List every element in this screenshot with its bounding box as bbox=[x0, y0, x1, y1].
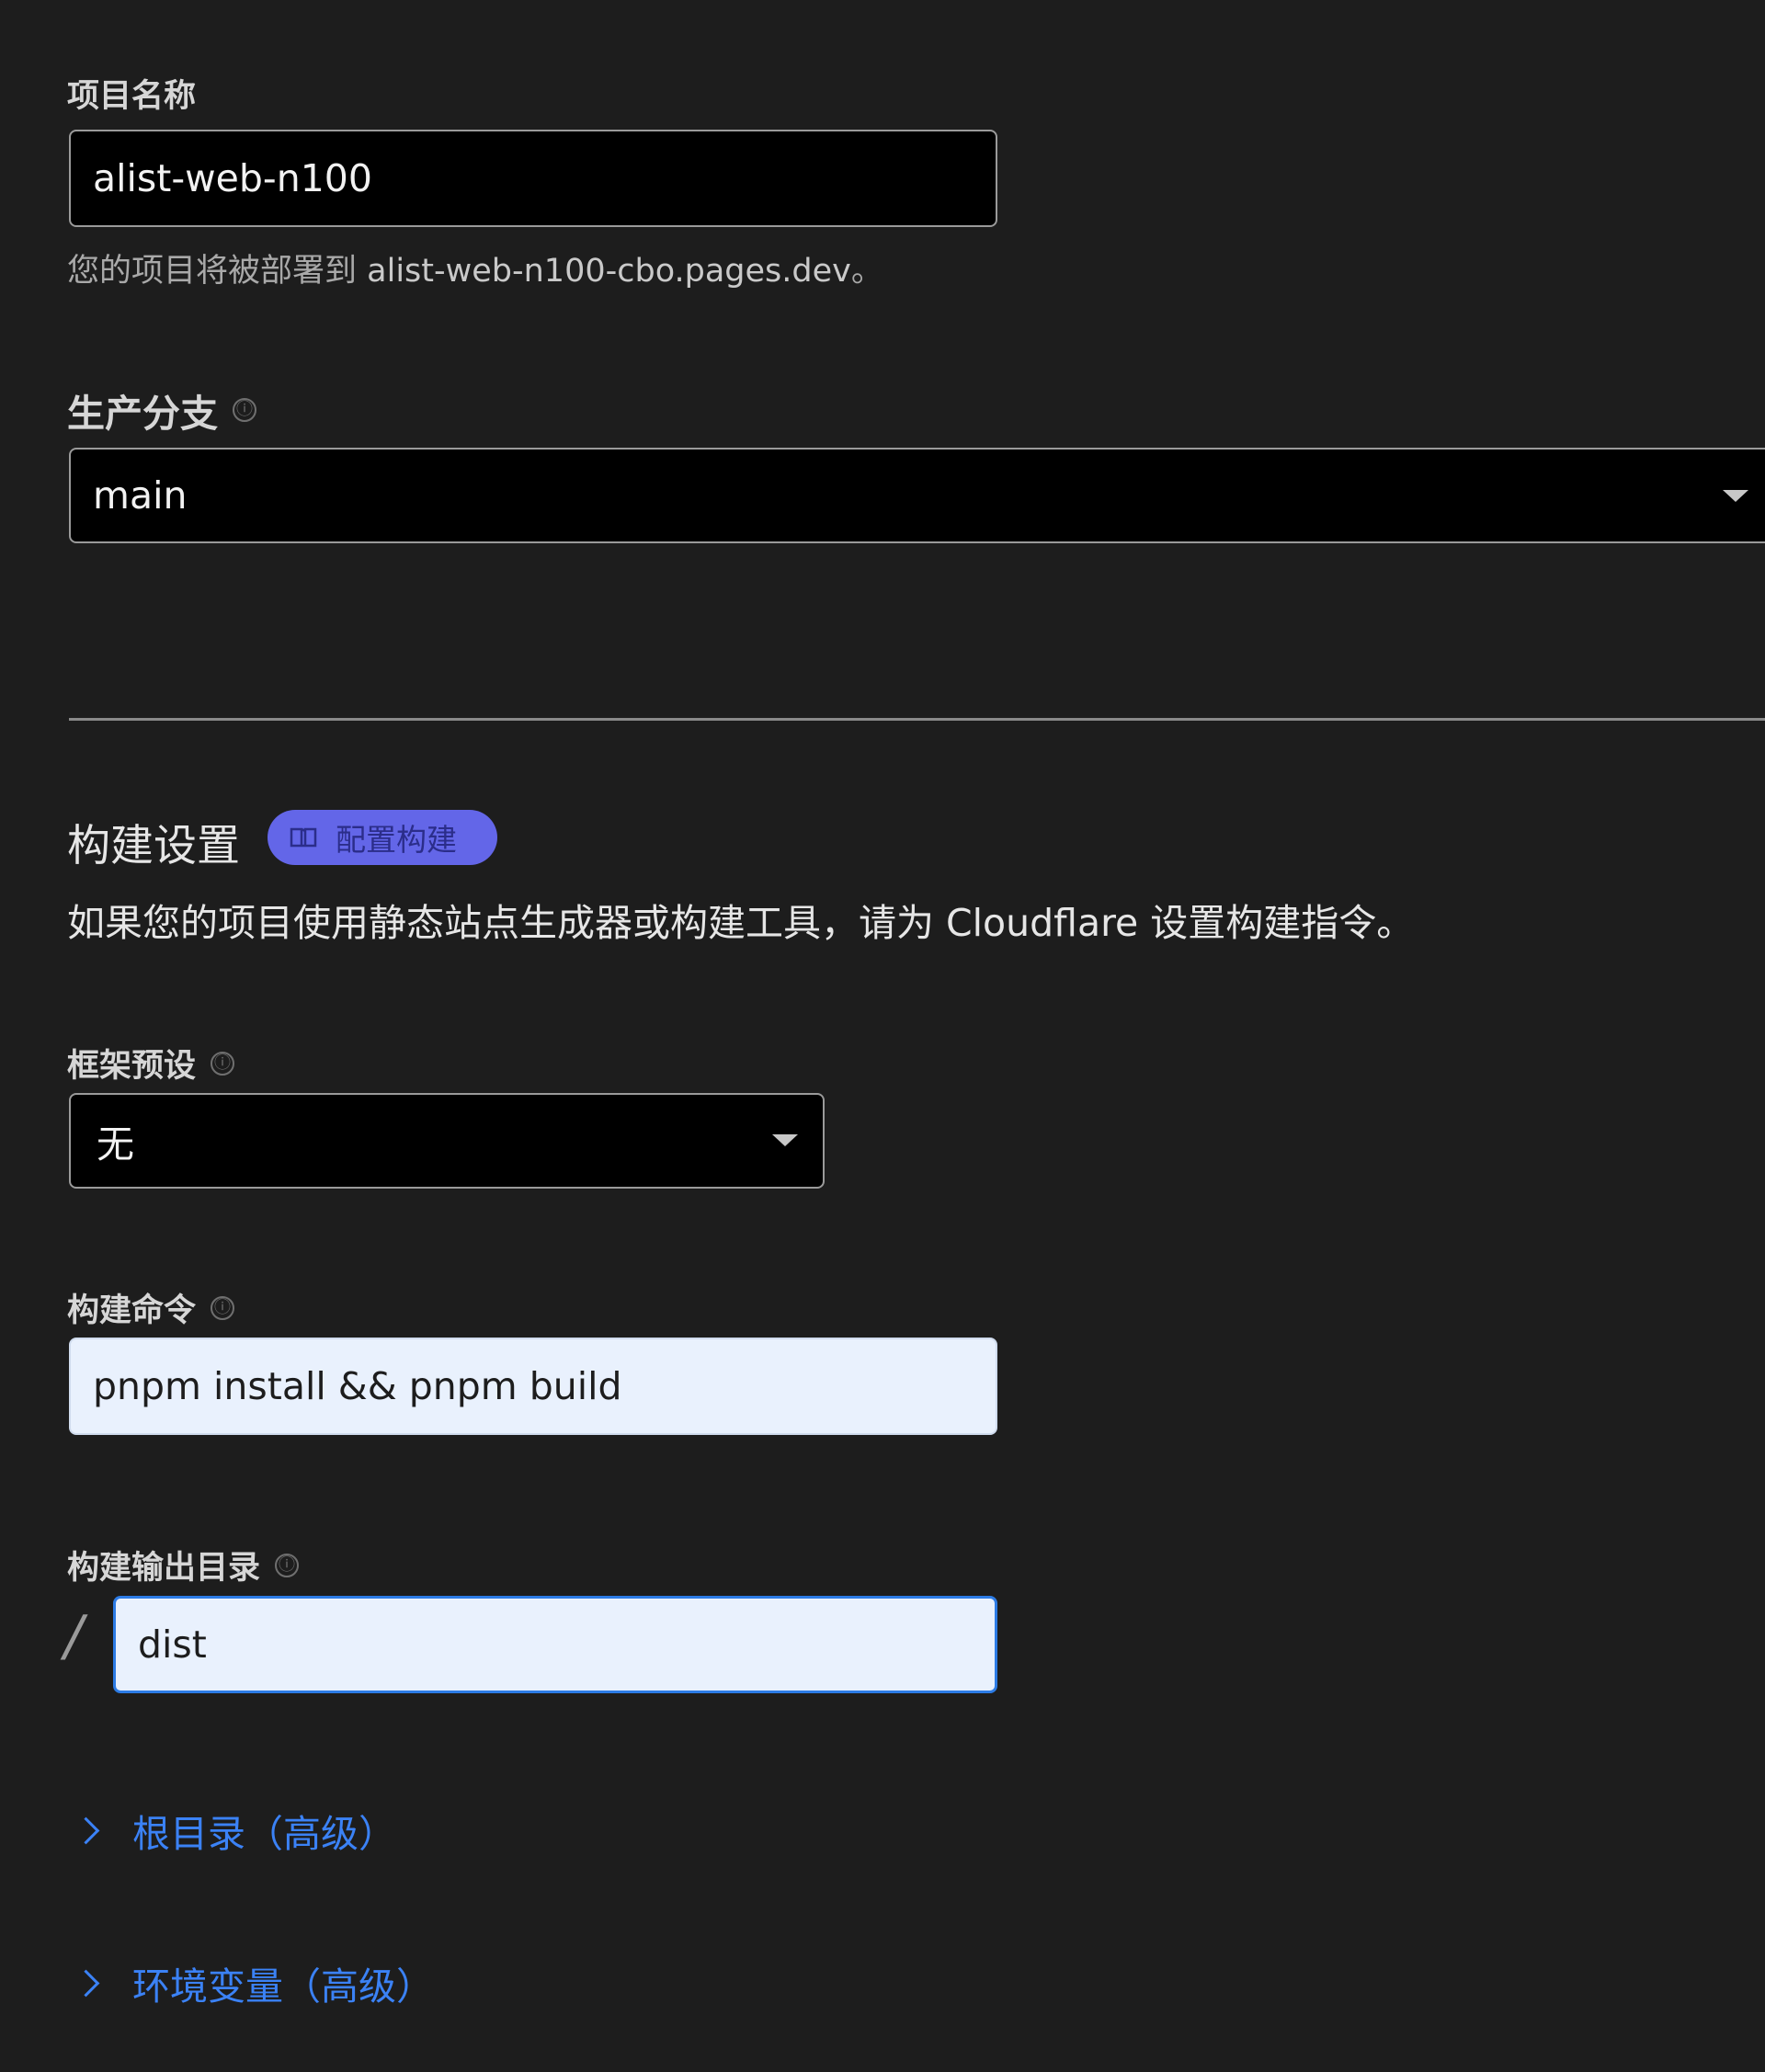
framework-preset-select[interactable]: 无 bbox=[69, 1093, 825, 1189]
chevron-down-icon bbox=[1723, 490, 1748, 502]
deploy-domain: alist-web-n100-cbo.pages.dev bbox=[367, 253, 851, 290]
deploy-hint: 您的项目将被部署到 alist-web-n100-cbo.pages.dev。 bbox=[67, 253, 883, 290]
path-prefix: / bbox=[64, 1604, 84, 1668]
production-branch-select[interactable]: main bbox=[69, 448, 1765, 543]
production-branch-value: main bbox=[93, 473, 188, 518]
info-icon[interactable]: ⓘ bbox=[211, 1051, 235, 1076]
framework-preset-label: 框架预设 ⓘ bbox=[67, 1040, 235, 1087]
root-directory-label: 根目录（高级） bbox=[132, 1812, 396, 1856]
chevron-down-icon bbox=[772, 1134, 798, 1146]
project-name-input[interactable]: alist-web-n100 bbox=[69, 130, 997, 227]
build-command-value: pnpm install && pnpm build bbox=[93, 1364, 622, 1408]
info-icon[interactable]: ⓘ bbox=[211, 1295, 235, 1320]
chevron-right-icon bbox=[72, 1969, 100, 1997]
env-vars-label: 环境变量（高级） bbox=[132, 1964, 434, 2009]
framework-preset-value: 无 bbox=[97, 1122, 134, 1167]
build-command-input[interactable]: pnpm install && pnpm build bbox=[69, 1338, 997, 1435]
configure-build-label: 配置构建 bbox=[336, 822, 457, 858]
root-directory-toggle[interactable]: 根目录（高级） bbox=[72, 1804, 396, 1856]
build-settings-description: 如果您的项目使用静态站点生成器或构建工具，请为 Cloudflare 设置构建指… bbox=[67, 901, 1415, 945]
build-output-label: 构建输出目录 ⓘ bbox=[67, 1542, 300, 1588]
chevron-right-icon bbox=[72, 1816, 100, 1844]
production-branch-label: 生产分支 ⓘ bbox=[67, 382, 256, 438]
build-output-value: dist bbox=[138, 1622, 207, 1667]
book-icon bbox=[290, 827, 317, 848]
build-settings-title: 构建设置 bbox=[67, 821, 240, 871]
build-command-label: 构建命令 ⓘ bbox=[67, 1284, 235, 1331]
env-vars-toggle[interactable]: 环境变量（高级） bbox=[72, 1957, 434, 2009]
configure-build-badge[interactable]: 配置构建 bbox=[268, 810, 497, 865]
project-name-label: 项目名称 bbox=[67, 78, 197, 115]
info-icon[interactable]: ⓘ bbox=[275, 1553, 300, 1577]
section-divider bbox=[69, 718, 1765, 721]
project-name-value: alist-web-n100 bbox=[93, 156, 372, 200]
build-output-input[interactable]: dist bbox=[113, 1596, 997, 1693]
info-icon[interactable]: ⓘ bbox=[233, 398, 256, 422]
